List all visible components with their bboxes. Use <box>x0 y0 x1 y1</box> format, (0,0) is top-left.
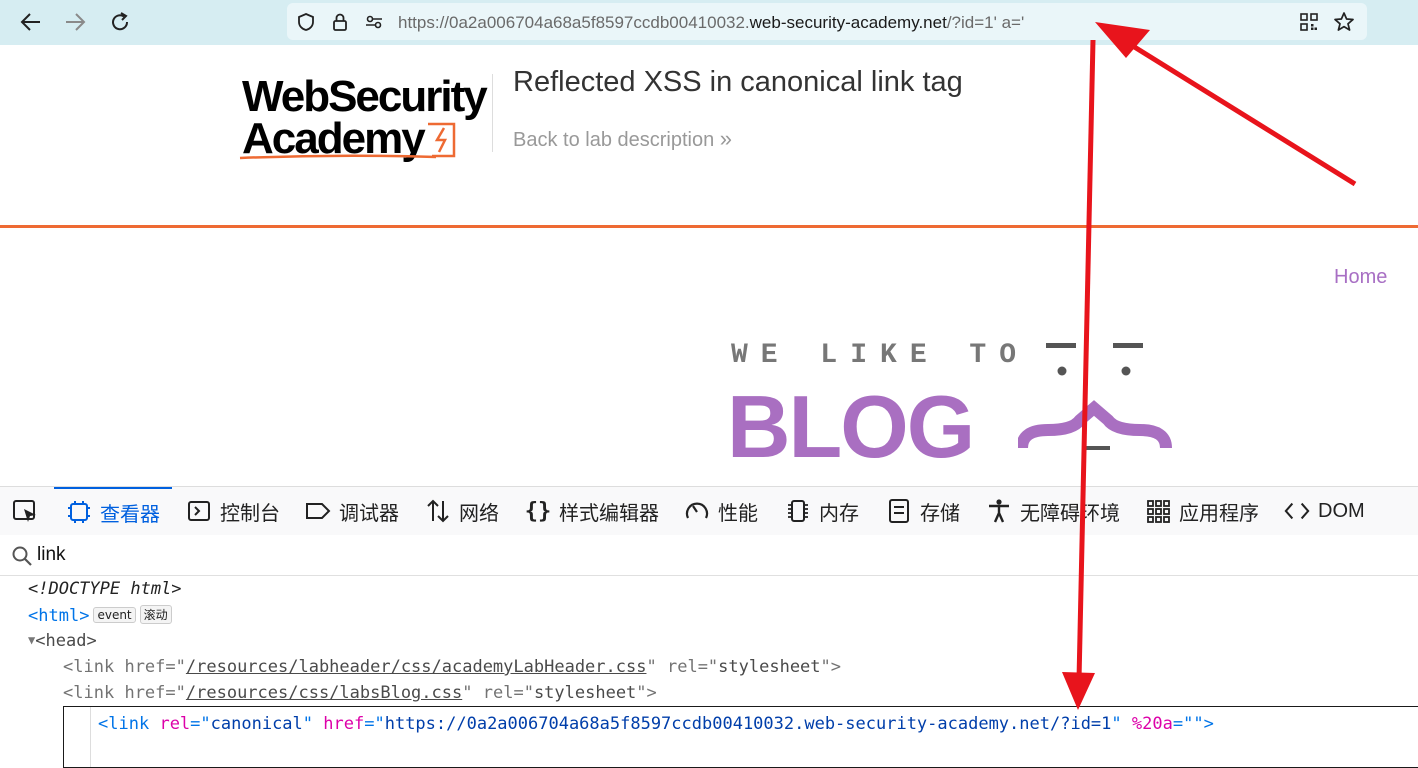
link1-attr1: href <box>124 657 166 677</box>
doctype-node[interactable]: <!DOCTYPE html> <box>28 579 182 599</box>
forward-arrow-icon <box>66 13 86 31</box>
inspector-icon <box>66 499 92 525</box>
home-link[interactable]: Home <box>1334 266 1387 289</box>
html-node[interactable]: <html> event 滚动 <box>28 605 172 626</box>
link-node-1[interactable]: <link href="/resources/labheader/css/aca… <box>63 657 841 677</box>
back-arrow-icon <box>20 13 40 31</box>
link2-tag: link <box>73 683 115 703</box>
forward-button[interactable] <box>60 8 90 36</box>
bookmark-star-icon[interactable] <box>1333 11 1355 33</box>
qr-code-icon[interactable] <box>1298 11 1320 33</box>
link3-attr1: rel <box>159 714 191 734</box>
link1-rel: stylesheet <box>718 657 821 677</box>
tab-console-label: 控制台 <box>220 502 280 525</box>
performance-icon <box>684 498 710 524</box>
head-node[interactable]: ▼<head> <box>28 631 97 651</box>
scroll-badge[interactable]: 滚动 <box>139 605 172 624</box>
tab-storage[interactable]: 存储 <box>886 487 960 535</box>
chevron-right-icon: » <box>719 126 733 151</box>
tab-inspector-label: 查看器 <box>100 503 160 526</box>
link2-rel: stylesheet <box>533 683 637 703</box>
link2-attr1: href <box>124 683 166 703</box>
tab-performance[interactable]: 性能 <box>684 487 758 535</box>
memory-icon <box>785 498 811 524</box>
blog-logo-word: BLOG <box>727 377 975 476</box>
link1-href[interactable]: /resources/labheader/css/academyLabHeade… <box>186 657 647 677</box>
lock-icon[interactable] <box>329 11 351 33</box>
tab-inspector[interactable]: 查看器 <box>54 487 172 535</box>
tab-memory[interactable]: 内存 <box>785 487 859 535</box>
tab-network-label: 网络 <box>459 502 499 525</box>
event-badge[interactable]: event <box>93 607 136 623</box>
accessibility-icon <box>986 498 1012 524</box>
network-icon <box>425 498 451 524</box>
tab-debugger-label: 调试器 <box>339 502 399 525</box>
tab-performance-label: 性能 <box>718 502 758 525</box>
blog-tagline: WE LIKE TO <box>731 340 1030 371</box>
devtools-tab-bar: 查看器 控制台 调试器 网络 {} 样式编辑器 性能 内存 存储 无障碍环境 应… <box>0 486 1418 536</box>
back-link-label: Back to lab description <box>513 129 715 151</box>
shield-icon[interactable] <box>295 11 317 33</box>
url-text[interactable]: https://0a2a006704a68a5f8597ccdb00410032… <box>398 13 1024 33</box>
link-node-2[interactable]: <link href="/resources/css/labsBlog.css"… <box>63 683 657 703</box>
tab-dom-label: DOM <box>1318 499 1365 522</box>
link3-attr3: %20a <box>1131 714 1173 734</box>
web-security-academy-logo[interactable]: WebSecurity Academy <box>238 72 493 163</box>
html-tag-name: html <box>38 606 80 626</box>
header-divider <box>492 74 493 152</box>
lab-title: Reflected XSS in canonical link tag <box>513 66 963 98</box>
tab-memory-label: 内存 <box>819 502 859 525</box>
link3-rel: canonical <box>210 714 303 734</box>
tab-application-label: 应用程序 <box>1179 502 1259 525</box>
link-node-canonical[interactable]: <link rel="canonical" href="https://0a2a… <box>98 714 1214 734</box>
tab-network[interactable]: 网络 <box>425 487 499 535</box>
url-suffix: /?id=1' a=' <box>946 13 1025 32</box>
tab-accessibility[interactable]: 无障碍环境 <box>986 487 1120 535</box>
storage-icon <box>886 498 912 524</box>
markup-search-bar[interactable]: link <box>0 535 1418 576</box>
head-tag-name: head <box>45 631 87 651</box>
tab-accessibility-label: 无障碍环境 <box>1020 502 1120 525</box>
link1-attr2: rel <box>666 657 698 677</box>
url-host: web-security-academy.net <box>749 13 947 32</box>
reload-button[interactable] <box>105 8 135 36</box>
tab-console[interactable]: 控制台 <box>186 487 280 535</box>
link3-href: https://0a2a006704a68a5f8597ccdb00410032… <box>384 714 1112 734</box>
link3-tag: link <box>108 714 150 734</box>
back-button[interactable] <box>16 8 46 36</box>
tab-dom[interactable]: DOM <box>1284 487 1365 535</box>
tab-application[interactable]: 应用程序 <box>1145 487 1259 535</box>
link2-attr2: rel <box>482 683 514 703</box>
reload-icon <box>112 12 129 31</box>
url-bar[interactable]: https://0a2a006704a68a5f8597ccdb00410032… <box>287 3 1367 40</box>
dom-icon <box>1284 498 1310 524</box>
site-permissions-icon[interactable] <box>363 11 385 33</box>
tab-style-editor[interactable]: {} 样式编辑器 <box>525 487 659 535</box>
search-icon <box>12 546 32 566</box>
tab-debugger[interactable]: 调试器 <box>305 487 399 535</box>
style-editor-icon: {} <box>524 498 552 524</box>
link1-tag: link <box>73 657 115 677</box>
browser-toolbar: https://0a2a006704a68a5f8597ccdb00410032… <box>0 0 1418 45</box>
url-prefix: https://0a2a006704a68a5f8597ccdb00410032… <box>398 13 750 32</box>
tab-style-editor-label: 样式编辑器 <box>559 502 659 525</box>
indent-guide <box>90 707 91 767</box>
link3-attr2: href <box>323 714 365 734</box>
debugger-icon <box>305 498 331 524</box>
link2-href[interactable]: /resources/css/labsBlog.css <box>186 683 462 703</box>
logo-underline <box>239 154 437 160</box>
application-icon <box>1145 498 1171 524</box>
tab-storage-label: 存储 <box>920 502 960 525</box>
console-icon <box>186 498 212 524</box>
element-picker-button[interactable] <box>12 487 46 535</box>
element-picker-icon <box>12 498 38 524</box>
back-to-lab-description-link[interactable]: Back to lab description » <box>513 126 732 152</box>
search-input[interactable]: link <box>37 544 66 566</box>
blog-face-logo <box>1018 343 1172 450</box>
